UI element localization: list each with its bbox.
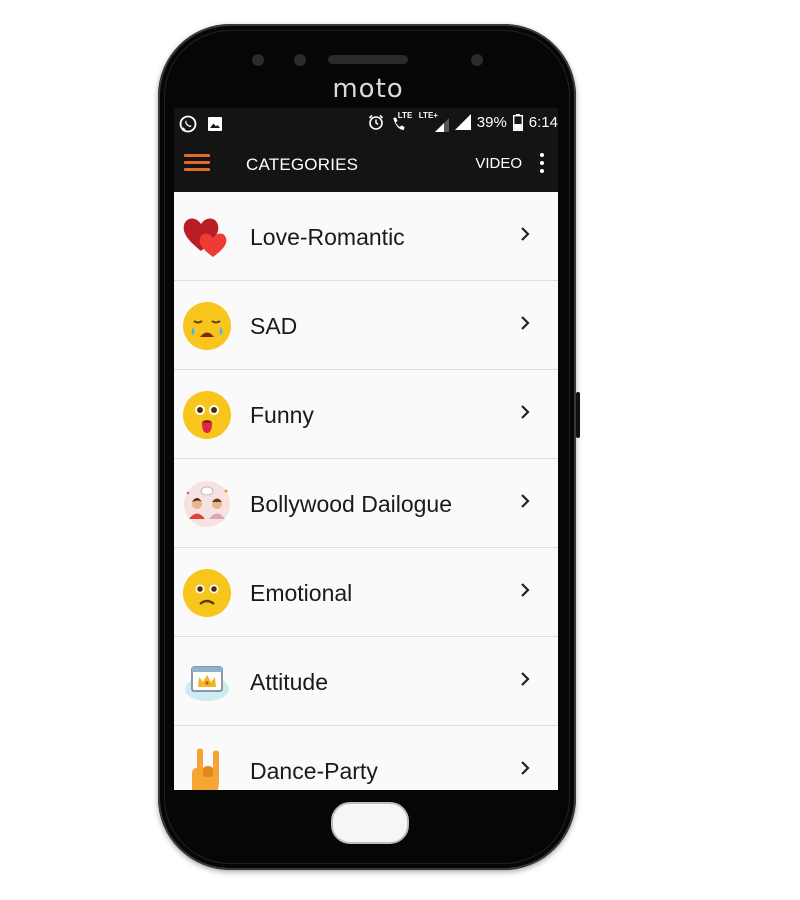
volte-call-indicator: LTE: [391, 111, 413, 132]
lte-plus-signal: LTE+: [419, 111, 449, 132]
signal-icon-sim1: [434, 118, 449, 132]
screen: LTE LTE+ 39% 6:14 CATEGORIES VIDEO Love-…: [174, 108, 558, 790]
rock-hand-icon: [192, 748, 219, 790]
whatsapp-icon: [179, 115, 197, 133]
crown-window-icon: [185, 666, 229, 701]
category-label: Attitude: [250, 669, 328, 695]
earpiece-speaker: [328, 55, 408, 64]
overflow-menu-icon[interactable]: [538, 153, 546, 177]
video-button[interactable]: VIDEO: [475, 155, 522, 172]
chevron-right-icon: [521, 583, 530, 597]
power-button: [576, 392, 580, 438]
battery-icon: [512, 113, 523, 131]
light-sensor: [294, 54, 306, 66]
signal-icon-sim2: [454, 114, 471, 130]
gallery-icon: [208, 117, 222, 131]
app-bar: CATEGORIES VIDEO: [174, 138, 558, 192]
hamburger-menu-icon[interactable]: [184, 154, 210, 176]
category-label: Bollywood Dailogue: [250, 491, 453, 517]
category-label: Emotional: [250, 580, 353, 606]
category-label: Love-Romantic: [250, 224, 405, 250]
category-item-attitude[interactable]: Attitude: [174, 637, 558, 726]
category-item-sad[interactable]: SAD: [174, 281, 558, 370]
category-item-funny[interactable]: Funny: [174, 370, 558, 459]
category-label: Funny: [250, 402, 314, 428]
chevron-right-icon: [521, 316, 530, 330]
page-title: CATEGORIES: [246, 155, 359, 174]
brand-logo: moto: [332, 74, 404, 104]
hearts-icon: [183, 218, 227, 257]
chevron-right-icon: [521, 227, 530, 241]
status-bar: LTE LTE+ 39% 6:14: [174, 108, 558, 138]
proximity-sensor: [252, 54, 264, 66]
lte-label: LTE: [397, 111, 413, 120]
chevron-right-icon: [521, 761, 530, 775]
category-label: Dance-Party: [250, 758, 378, 784]
alarm-icon: [368, 114, 383, 130]
chevron-right-icon: [521, 672, 530, 686]
category-list: Love-Romantic SAD Funny Bollywood Dailog…: [174, 192, 558, 790]
crying-face-icon: [183, 302, 231, 350]
frowning-face-icon: [183, 569, 231, 617]
category-item-dance-party[interactable]: Dance-Party: [174, 726, 558, 790]
category-item-love-romantic[interactable]: Love-Romantic: [174, 192, 558, 281]
couple-chat-icon: [184, 481, 230, 527]
category-label: SAD: [250, 313, 298, 339]
category-item-emotional[interactable]: Emotional: [174, 548, 558, 637]
chevron-right-icon: [521, 405, 530, 419]
home-button[interactable]: [331, 802, 409, 844]
clock: 6:14: [528, 113, 558, 131]
front-camera: [471, 54, 483, 66]
tongue-out-face-icon: [183, 391, 231, 439]
category-item-bollywood-dailogue[interactable]: Bollywood Dailogue: [174, 459, 558, 548]
chevron-right-icon: [521, 494, 530, 508]
battery-percent: 39%: [476, 113, 507, 131]
